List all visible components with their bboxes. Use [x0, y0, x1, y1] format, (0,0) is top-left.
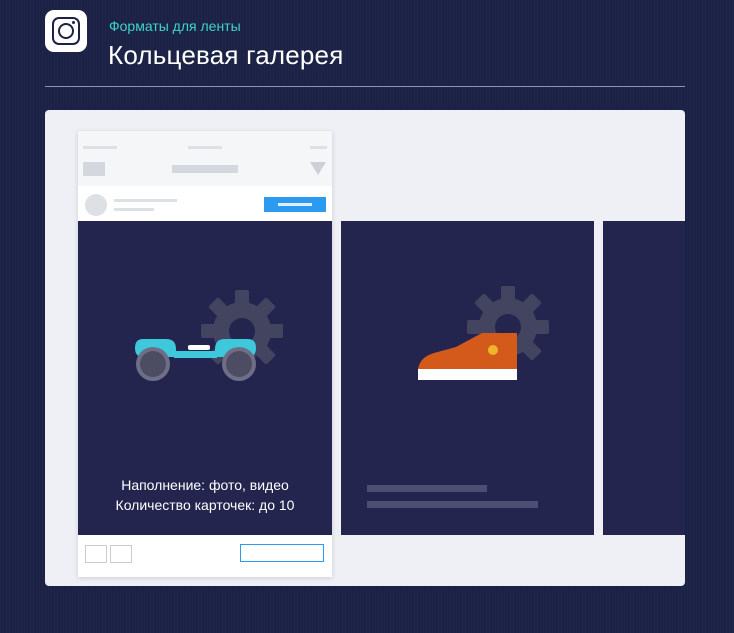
button-label-placeholder	[278, 203, 312, 206]
placeholder-bar	[310, 146, 327, 149]
section-subtitle: Форматы для ленты	[109, 18, 241, 34]
text-placeholder	[367, 501, 538, 508]
carousel-card-3	[603, 221, 685, 535]
page-title: Кольцевая галерея	[108, 40, 344, 70]
follow-button[interactable]	[264, 197, 326, 212]
instagram-lens	[58, 23, 74, 39]
cta-button[interactable]	[240, 544, 324, 562]
avatar	[85, 194, 107, 216]
hoverboard-icon	[135, 339, 256, 381]
instagram-icon	[45, 10, 87, 52]
username-placeholder	[114, 199, 177, 202]
action-placeholder	[85, 545, 107, 563]
content-types-text: Наполнение: фото, видео	[121, 477, 289, 493]
placeholder-bar	[83, 146, 117, 149]
back-placeholder	[83, 162, 105, 176]
filter-icon	[310, 162, 326, 175]
carousel-card-2	[341, 221, 594, 535]
text-placeholder	[367, 485, 487, 492]
title-placeholder	[172, 165, 238, 173]
feed-topbar	[78, 131, 332, 186]
phone-mockup: Наполнение: фото, видео Количество карто…	[78, 131, 332, 577]
cards-count-text: Количество карточек: до 10	[115, 497, 295, 513]
instagram-dot	[72, 21, 75, 24]
placeholder-bar	[188, 146, 222, 149]
subtext-placeholder	[114, 208, 154, 211]
action-placeholder	[110, 545, 132, 563]
sneaker-icon	[418, 333, 517, 380]
header-divider	[45, 86, 685, 87]
preview-panel: Наполнение: фото, видео Количество карто…	[45, 110, 685, 586]
carousel-card-1: Наполнение: фото, видео Количество карто…	[78, 221, 332, 535]
